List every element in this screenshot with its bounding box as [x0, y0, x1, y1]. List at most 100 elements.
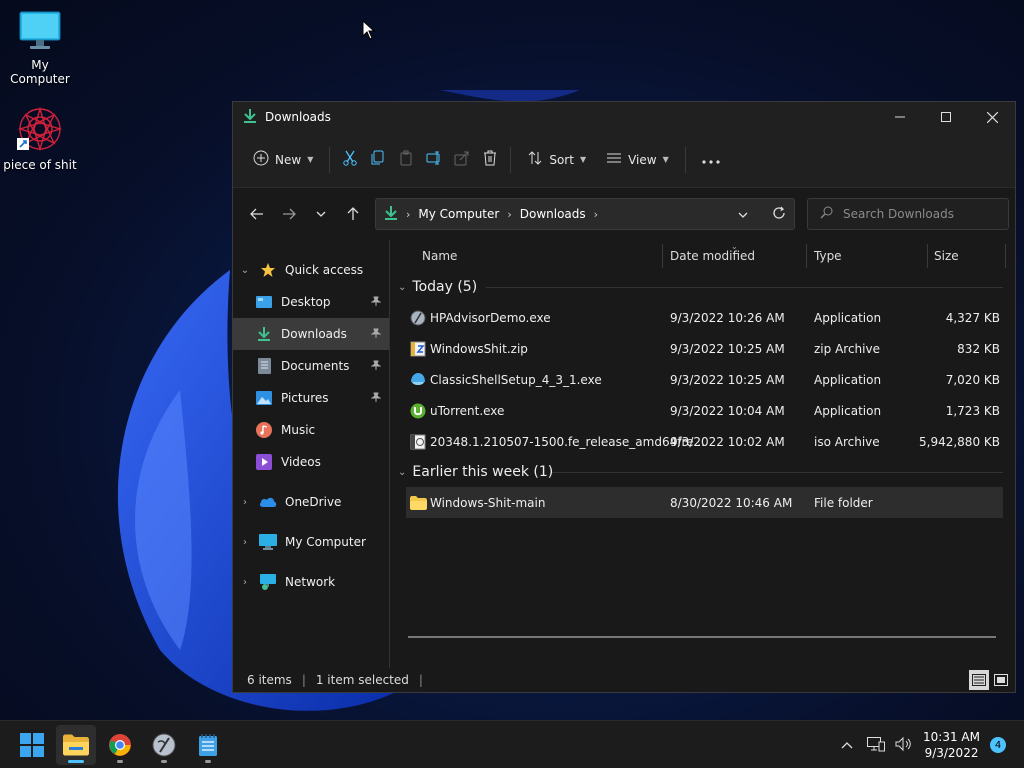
nav-item-pictures[interactable]: Pictures [233, 382, 389, 414]
table-row[interactable]: ClassicShellSetup_4_3_1.exe 9/3/2022 10:… [390, 364, 1015, 395]
nav-quick-access[interactable]: ⌄ Quick access [233, 254, 389, 286]
mouse-cursor-icon [362, 19, 376, 43]
new-label: New [275, 152, 302, 167]
group-divider [486, 286, 1003, 288]
nav-my-computer[interactable]: › My Computer [233, 526, 389, 558]
column-header-size[interactable]: Size [934, 240, 959, 272]
chevron-right-icon[interactable]: › [233, 497, 257, 508]
column-header-name[interactable]: Name [422, 240, 457, 272]
column-divider[interactable] [1005, 244, 1006, 268]
view-button[interactable]: View ▼ [596, 144, 679, 176]
column-header-date[interactable]: Date modified [670, 240, 755, 272]
column-divider[interactable] [927, 244, 928, 268]
network-icon [257, 574, 279, 590]
taskbar-file-explorer[interactable] [56, 724, 96, 765]
pin-icon[interactable] [370, 295, 382, 309]
table-row[interactable]: Windows-Shit-main 8/30/2022 10:46 AM Fil… [406, 487, 1003, 518]
network-status-button[interactable] [867, 736, 886, 755]
nav-item-desktop[interactable]: Desktop [233, 286, 389, 318]
nav-item-downloads[interactable]: Downloads [233, 318, 389, 350]
chevron-down-icon[interactable]: ⌄ [398, 467, 406, 478]
monitor-icon [18, 10, 62, 55]
show-hidden-icons-button[interactable] [841, 738, 853, 752]
nav-label: Quick access [285, 263, 364, 277]
breadcrumb-my-computer[interactable]: My Computer [418, 207, 499, 221]
column-divider[interactable] [806, 244, 807, 268]
sort-button[interactable]: Sort ▼ [517, 144, 596, 176]
chevron-up-icon [841, 742, 853, 749]
refresh-button[interactable] [772, 206, 786, 223]
desktop-icon-label: piece of shit [3, 158, 77, 172]
toolbar-divider [684, 146, 686, 173]
file-type: Application [814, 310, 882, 325]
minimize-button[interactable] [877, 102, 923, 132]
copy-button[interactable] [364, 144, 392, 176]
pin-icon[interactable] [370, 391, 382, 405]
back-button[interactable] [241, 198, 273, 230]
running-indicator [205, 759, 211, 763]
paste-button[interactable] [392, 144, 420, 176]
arrow-right-icon [283, 208, 296, 220]
document-icon [253, 358, 275, 374]
group-header-today[interactable]: ⌄ Today (5) [390, 272, 1015, 302]
tiles-view-button[interactable] [991, 670, 1011, 690]
nav-item-music[interactable]: Music [233, 414, 389, 446]
nav-onedrive[interactable]: › OneDrive [233, 486, 389, 518]
desktop-icon-my-computer[interactable]: My Computer [0, 10, 80, 86]
forward-button[interactable] [273, 198, 305, 230]
nav-label: Videos [281, 455, 321, 469]
recent-locations-button[interactable] [305, 198, 337, 230]
desktop-icon-shortcut[interactable]: piece of shit [0, 106, 80, 172]
column-header-type[interactable]: Type [814, 240, 842, 272]
title-bar[interactable]: Downloads [233, 102, 1015, 132]
rename-button[interactable] [420, 144, 448, 176]
chevron-right-icon[interactable]: › [233, 537, 257, 548]
column-divider[interactable] [662, 244, 663, 268]
table-row[interactable]: uTorrent.exe 9/3/2022 10:04 AM Applicati… [390, 395, 1015, 426]
details-view-button[interactable] [969, 670, 989, 690]
group-header-earlier-this-week[interactable]: ⌄ Earlier this week (1) [390, 457, 1015, 487]
notification-badge[interactable]: 4 [990, 737, 1006, 753]
taskbar-notepad[interactable] [188, 725, 228, 765]
volume-button[interactable] [895, 736, 913, 755]
chevron-down-icon[interactable]: ⌄ [233, 265, 257, 276]
address-bar[interactable]: › My Computer › Downloads › [375, 198, 795, 230]
chevron-right-icon[interactable]: › [594, 208, 598, 221]
search-box[interactable]: Search Downloads [807, 198, 1009, 230]
file-explorer-window[interactable]: Downloads New ▼ Sort ▼ View ▼ › My Compu… [232, 101, 1016, 693]
chevron-right-icon[interactable]: › [233, 577, 257, 588]
clock[interactable]: 10:31 AM 9/3/2022 [923, 729, 980, 761]
clock-date: 9/3/2022 [924, 746, 979, 760]
chevron-down-icon[interactable]: ⌄ [398, 282, 406, 293]
delete-button[interactable] [476, 144, 504, 176]
nav-network[interactable]: › Network [233, 566, 389, 598]
table-row[interactable]: 20348.1.210507-1500.fe_release_amd64fre.… [390, 426, 1015, 457]
start-button[interactable] [12, 725, 52, 765]
arrow-left-icon [250, 208, 263, 220]
more-options-button[interactable] [692, 144, 730, 176]
cut-button[interactable] [336, 144, 364, 176]
nav-item-documents[interactable]: Documents [233, 350, 389, 382]
close-button[interactable] [969, 102, 1015, 132]
taskbar-chrome[interactable] [100, 725, 140, 765]
horizontal-scrollbar[interactable] [408, 636, 996, 638]
pin-icon[interactable] [370, 327, 382, 341]
pin-icon[interactable] [370, 359, 382, 373]
column-headers: Name Date modified ⌄ Type Size [390, 240, 1015, 272]
clock-time: 10:31 AM [923, 730, 980, 744]
up-button[interactable] [337, 198, 369, 230]
new-button[interactable]: New ▼ [243, 144, 323, 176]
address-dropdown-button[interactable] [738, 207, 748, 221]
taskbar-installer-app[interactable] [144, 725, 184, 765]
nav-item-videos[interactable]: Videos [233, 446, 389, 478]
maximize-button[interactable] [923, 102, 969, 132]
chrome-icon [109, 733, 131, 756]
table-row[interactable]: HPAdvisorDemo.exe 9/3/2022 10:26 AM Appl… [390, 302, 1015, 333]
active-indicator [68, 759, 84, 763]
share-button[interactable] [448, 144, 476, 176]
refresh-icon [773, 206, 785, 219]
running-indicator [117, 759, 123, 763]
breadcrumb-downloads[interactable]: Downloads [520, 207, 586, 221]
list-view-icon [606, 150, 622, 169]
table-row[interactable]: WindowsShit.zip 9/3/2022 10:25 AM zip Ar… [390, 333, 1015, 364]
